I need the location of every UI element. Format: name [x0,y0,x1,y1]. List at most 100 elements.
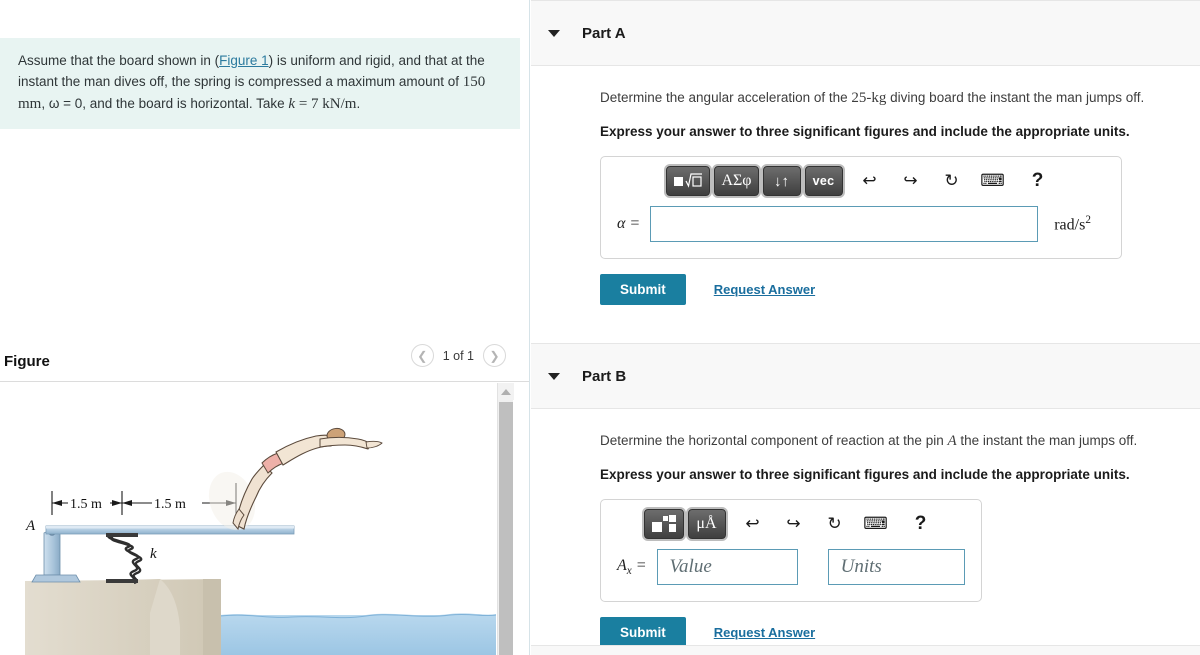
part-b-field-label-base: A [617,556,627,574]
part-b-body: Determine the horizontal component of re… [531,409,1200,648]
part-b-header[interactable]: Part B [531,343,1200,409]
part-b-actions: Submit Request Answer [600,617,1200,648]
part-a-question-text-b: diving board the instant the man jumps o… [886,90,1145,105]
figure-1-link[interactable]: Figure 1 [219,53,269,68]
part-a-answer-input[interactable] [650,206,1039,242]
next-part-header-strip[interactable] [531,645,1200,655]
value-units-template-icon[interactable] [643,509,684,539]
figure-header: Figure ❮ 1 of 1 ❯ [0,344,529,378]
help-icon[interactable]: ? [1023,167,1053,195]
reset-icon[interactable]: ↻ [820,510,850,538]
reset-icon[interactable]: ↻ [937,167,967,195]
units-symbols-label: μÅ [696,515,717,532]
part-b-units-input[interactable]: Units [827,549,965,585]
spring-label-k: k [150,546,157,562]
units-symbols-button[interactable]: μÅ [687,509,726,539]
problem-page: Assume that the board shown in (Figure 1… [0,0,1200,655]
chevron-left-icon[interactable]: ❮ [410,344,434,367]
part-b-instruction: Express your answer to three significant… [600,467,1130,482]
problem-text-c: , ω = 0, and the board is horizontal. Ta… [41,96,289,111]
part-a-field-row: α = rad/s2 [601,202,1121,258]
spring-top-cap [106,533,138,537]
figure-title: Figure [4,352,50,370]
support-base [31,574,81,583]
updown-arrows-button[interactable]: ↓↑ [762,166,801,196]
part-b-toolbar: μÅ ↩ ↪ ↻ ⌨ ? [601,500,981,545]
part-b-value-input[interactable]: Value [656,549,798,585]
part-a-title: Part A [582,24,626,42]
part-b-title: Part B [582,367,627,385]
right-panel: Part A Determine the angular acceleratio… [531,0,1200,655]
part-b-question-text-b: the instant the man jumps off. [956,433,1138,448]
chevron-right-icon[interactable]: ❯ [483,344,506,367]
spring-bottom-cap [106,579,138,583]
part-a-actions: Submit Request Answer [600,274,1200,305]
diver-arms [319,437,372,450]
value-units-template-glyph [651,515,676,532]
part-b-question-text-a: Determine the horizontal component of re… [600,433,948,448]
figure-counter: 1 of 1 [442,348,474,363]
greek-symbols-button[interactable]: ΑΣφ [714,166,759,196]
part-b-field-label-eq: = [631,556,647,574]
part-b-request-answer-link[interactable]: Request Answer [714,625,815,640]
part-a-instruction: Express your answer to three significant… [600,124,1130,139]
dimension-right-label: 1.5 m [154,497,186,512]
part-b-question: Determine the horizontal component of re… [600,431,1200,451]
part-a-answer-box: ΑΣφ ↓↑ vec ↩ ↪ ↻ ⌨ ? α = rad/s2 [600,156,1122,259]
part-a-mass: 25-kg [851,90,887,106]
pin-label-A: A [25,518,36,534]
math-template-icon[interactable] [666,166,711,196]
caret-down-icon[interactable] [548,372,560,380]
part-a-question-text-a: Determine the angular acceleration of th… [600,90,852,105]
dimension-left-label: 1.5 m [70,497,102,512]
part-a-question: Determine the angular acceleration of th… [600,88,1200,108]
keyboard-icon[interactable]: ⌨ [978,167,1008,195]
problem-statement: Assume that the board shown in (Figure 1… [0,38,520,129]
part-b-submit-button[interactable]: Submit [600,617,686,648]
math-template-glyph [674,172,703,188]
diver-hands [365,440,383,449]
help-icon[interactable]: ? [906,510,936,538]
part-a-submit-button[interactable]: Submit [600,274,686,305]
problem-k-value: = 7 kN/m [295,96,357,112]
part-a-request-answer-link[interactable]: Request Answer [714,282,815,297]
part-b-answer-box: μÅ ↩ ↪ ↻ ⌨ ? Ax = Value Units [600,499,982,602]
keyboard-icon[interactable]: ⌨ [861,510,891,538]
figure-navigation: ❮ 1 of 1 ❯ [410,344,506,367]
part-a-unit-text: rad/s [1054,216,1086,234]
problem-text-d: . [356,96,361,111]
part-a-unit-exponent: 2 [1085,213,1091,226]
water-surface [220,613,496,655]
part-a-field-label: α = [617,215,641,232]
scrollbar-thumb[interactable] [499,402,513,655]
part-a-toolbar: ΑΣφ ↓↑ vec ↩ ↪ ↻ ⌨ ? [601,157,1121,202]
panel-divider [529,0,530,655]
figure-divider [0,381,529,382]
deck-block [25,579,220,655]
part-a-body: Determine the angular acceleration of th… [531,66,1200,305]
deck-wall [203,579,221,655]
vector-label: vec [812,174,835,188]
undo-icon[interactable]: ↩ [855,167,885,195]
part-a-header[interactable]: Part A [531,0,1200,66]
greek-symbols-label: ΑΣφ [721,172,752,189]
left-panel: Assume that the board shown in (Figure 1… [0,0,530,655]
support-post [43,528,61,576]
undo-icon[interactable]: ↩ [738,510,768,538]
part-a-unit-label: rad/s2 [1054,214,1091,234]
redo-icon[interactable]: ↪ [779,510,809,538]
diving-board-diagram: 1.5 m 1.5 m A k [25,427,496,655]
scroll-up-button[interactable] [498,383,514,400]
updown-arrows-label: ↓↑ [774,172,790,190]
redo-icon[interactable]: ↪ [896,167,926,195]
figure-scrollbar[interactable] [497,383,514,655]
spring [107,533,143,585]
board-highlight [46,526,294,529]
caret-down-icon[interactable] [548,29,560,37]
part-b-field-row: Ax = Value Units [601,545,981,601]
vector-button[interactable]: vec [804,166,843,196]
problem-text-a: Assume that the board shown in ( [18,53,220,68]
figure-viewport: 1.5 m 1.5 m A k [0,383,496,655]
diver-figure [208,427,383,531]
part-b-pin-symbol: A [947,433,957,449]
